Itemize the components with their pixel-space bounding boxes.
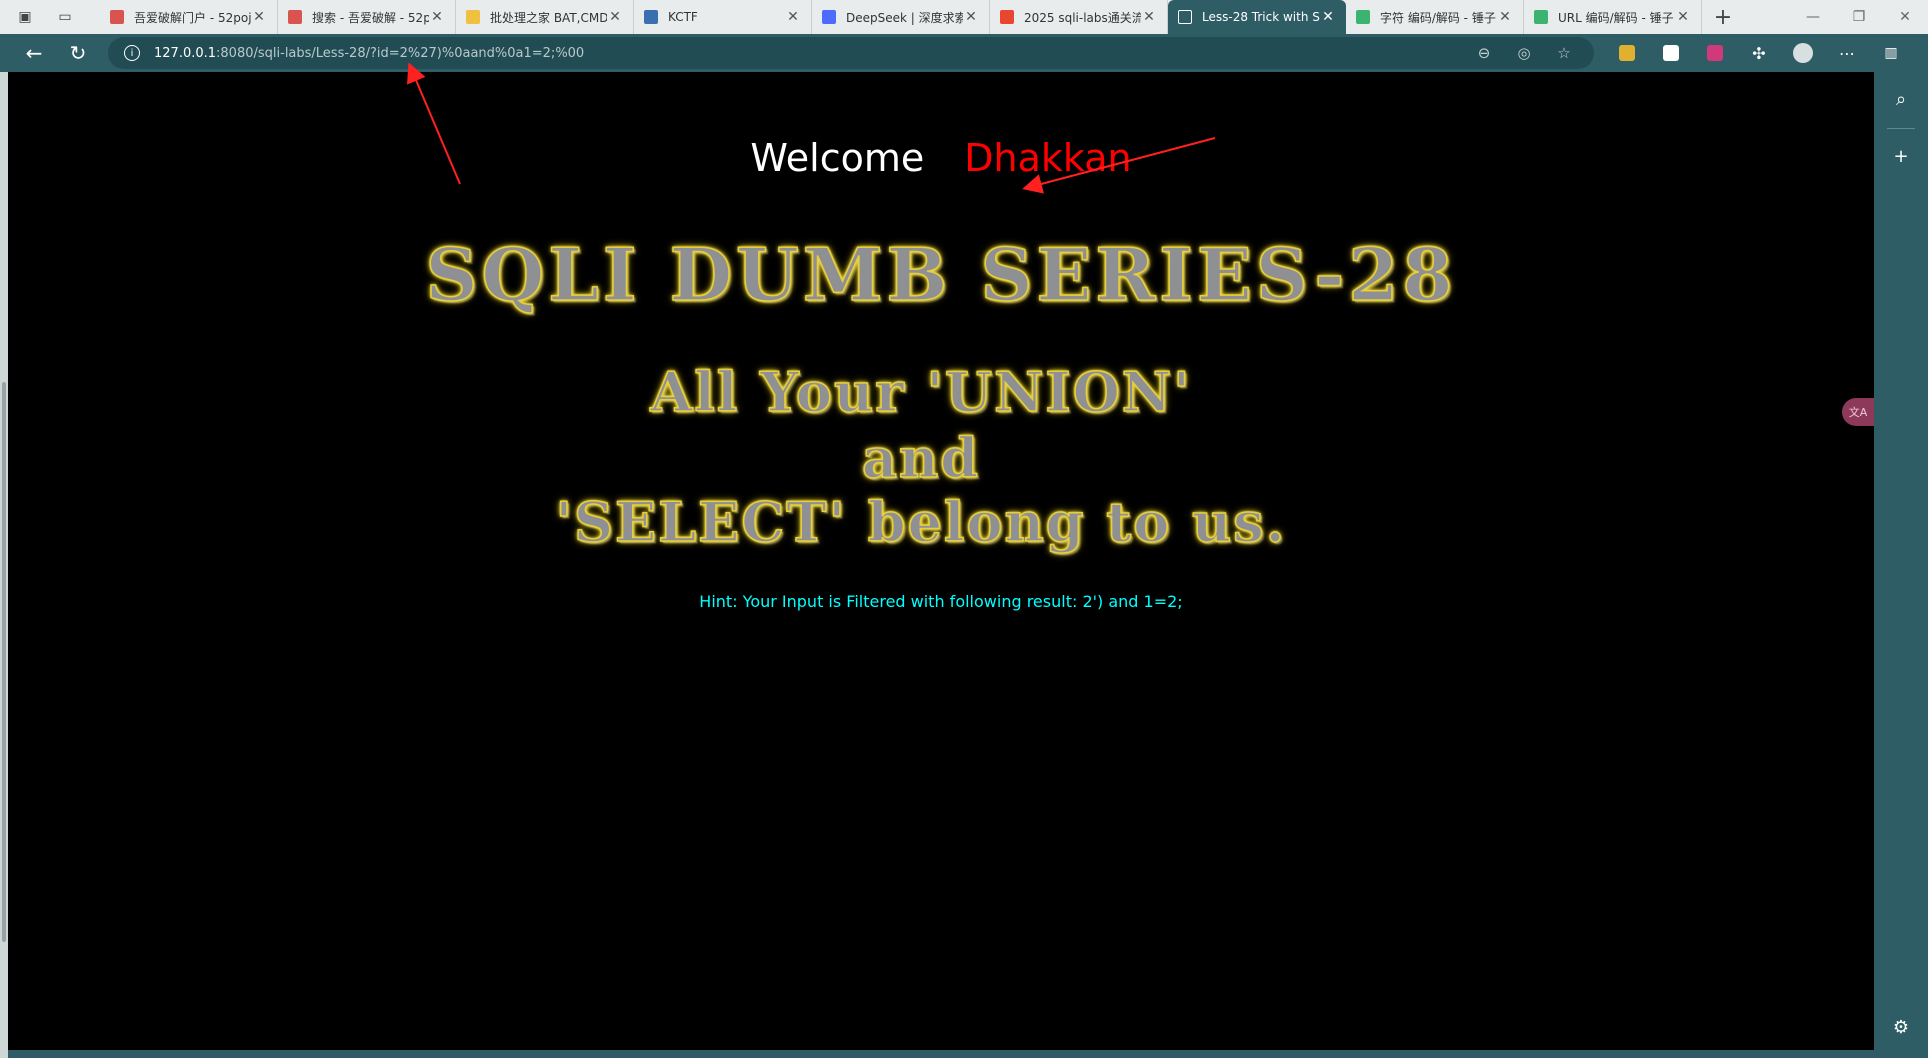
tab-title: 批处理之家 BAT,CMD, (490, 10, 607, 25)
minimize-icon[interactable]: — (1790, 0, 1836, 34)
extensions-bar: ✣ ⋯ ▥ (1605, 34, 1913, 72)
tab-favicon-icon (1000, 10, 1014, 24)
page-viewport: Welcome Dhakkan SQLI DUMB SERIES-28 All Y… (8, 72, 1874, 1050)
tab[interactable]: 搜索 - 吾爱破解 - 52p ✕ (278, 0, 456, 34)
tab-favicon-icon (1178, 10, 1192, 24)
sidebar-toggle-icon[interactable]: ▥ (1869, 38, 1913, 68)
more-menu-icon[interactable]: ⋯ (1825, 38, 1869, 68)
tab-favicon-icon (110, 10, 124, 24)
favorite-star-icon[interactable]: ☆ (1544, 44, 1584, 62)
url-host: 127.0.0.1 (154, 45, 217, 61)
tab[interactable]: 吾爱破解门户 - 52poj ✕ (100, 0, 278, 34)
left-scrollbar[interactable] (0, 72, 8, 1058)
tab-close-icon[interactable]: ✕ (1675, 9, 1691, 25)
tab-active[interactable]: Less-28 Trick with SEL✕ (1168, 0, 1346, 34)
tab-title: DeepSeek | 深度求索 (846, 10, 963, 25)
slogan-line-2: and (861, 425, 980, 491)
tab[interactable]: DeepSeek | 深度求索 ✕ (812, 0, 990, 34)
tab-favicon-icon (1534, 10, 1548, 24)
series-title: SQLI DUMB SERIES-28 (425, 231, 1457, 318)
browser-window: ▣ ▭ 吾爱破解门户 - 52poj ✕ 搜索 - 吾爱破解 - 52p ✕ 批处理之家… (0, 0, 1928, 1058)
site-info-icon[interactable]: i (124, 45, 140, 61)
url-text[interactable]: 127.0.0.1:8080/sqli-labs/Less-28/?id=2%2… (154, 46, 584, 61)
tab-close-icon[interactable]: ✕ (785, 9, 801, 25)
tab-close-icon[interactable]: ✕ (1320, 9, 1336, 25)
welcome-line: Welcome Dhakkan (8, 136, 1874, 180)
tab-favicon-icon (288, 10, 302, 24)
right-sidebar: ⌕ + ⚙ (1874, 72, 1928, 1058)
plus-icon[interactable]: + (1884, 139, 1918, 173)
tab-close-icon[interactable]: ✕ (1497, 9, 1513, 25)
search-icon[interactable]: ⌕ (1884, 82, 1918, 116)
restore-icon[interactable]: ❐ (1836, 0, 1882, 34)
navigation-toolbar: ← ↻ i 127.0.0.1:8080/sqli-labs/Less-28/?… (0, 34, 1928, 72)
tab-favicon-icon (644, 10, 658, 24)
back-arrow-icon[interactable]: ← (16, 38, 52, 68)
url-path: :8080/sqli-labs/Less-28/?id=2%27)%0aand%… (216, 45, 585, 61)
gear-icon[interactable]: ⚙ (1884, 1010, 1918, 1044)
tab-favicon-icon (1356, 10, 1370, 24)
welcome-name: Dhakkan (964, 136, 1132, 180)
read-aloud-icon[interactable]: ◎ (1504, 44, 1544, 62)
extensions-puzzle-icon[interactable]: ✣ (1737, 38, 1781, 68)
tab[interactable]: 2025 sqli-labs通关流程✕ (990, 0, 1168, 34)
address-bar-actions: ⊖ ◎ ☆ (1464, 37, 1584, 69)
tab-favicon-icon (822, 10, 836, 24)
bookmark-extension-icon[interactable] (1605, 38, 1649, 68)
tab-close-icon[interactable]: ✕ (607, 9, 623, 25)
workspaces-icon[interactable]: ▣ (10, 3, 40, 31)
sidebar-divider (1887, 128, 1915, 129)
slogan-line-1: All Your 'UNION' (650, 359, 1192, 425)
tab-close-icon[interactable]: ✕ (429, 9, 445, 25)
tab-title: 2025 sqli-labs通关流程 (1024, 10, 1141, 25)
tab-title: URL 编码/解码 - 锤子 (1558, 10, 1674, 25)
tab[interactable]: 字符 编码/解码 - 锤子 ✕ (1346, 0, 1524, 34)
address-bar[interactable]: i 127.0.0.1:8080/sqli-labs/Less-28/?id=2… (108, 37, 1594, 69)
scrollbar-thumb[interactable] (2, 382, 6, 942)
tab-close-icon[interactable]: ✕ (251, 9, 267, 25)
welcome-label: Welcome (750, 136, 925, 180)
refresh-icon[interactable]: ↻ (60, 38, 96, 68)
tab-title: 字符 编码/解码 - 锤子 (1380, 10, 1496, 25)
tab-actions-icon[interactable]: ▭ (50, 3, 80, 31)
extension-icon-2[interactable] (1649, 38, 1693, 68)
zoom-out-icon[interactable]: ⊖ (1464, 44, 1504, 62)
slogan-line-3: 'SELECT' belong to us. (555, 489, 1287, 555)
tab-close-icon[interactable]: ✕ (963, 9, 979, 25)
tab-list: 吾爱破解门户 - 52poj ✕ 搜索 - 吾爱破解 - 52p ✕ 批处理之家 BAT… (100, 0, 1702, 34)
tab-title: 吾爱破解门户 - 52poj (134, 10, 251, 25)
tab-close-icon[interactable]: ✕ (1141, 9, 1157, 25)
close-window-icon[interactable]: ✕ (1882, 0, 1928, 34)
profile-avatar[interactable] (1781, 38, 1825, 68)
tab-favicon-icon (466, 10, 480, 24)
translate-extension-icon[interactable] (1693, 38, 1737, 68)
tab[interactable]: KCTF ✕ (634, 0, 812, 34)
window-controls: — ❐ ✕ (1790, 0, 1928, 34)
filter-hint: Hint: Your Input is Filtered with follow… (699, 592, 1183, 611)
tab-title: Less-28 Trick with SEL (1202, 10, 1320, 24)
tab-strip: ▣ ▭ 吾爱破解门户 - 52poj ✕ 搜索 - 吾爱破解 - 52p ✕ 批处理之家… (0, 0, 1928, 34)
tab-title: KCTF (668, 10, 698, 24)
tab[interactable]: 批处理之家 BAT,CMD, ✕ (456, 0, 634, 34)
new-tab-button[interactable]: + (1708, 2, 1738, 32)
tab[interactable]: URL 编码/解码 - 锤子 ✕ (1524, 0, 1702, 34)
tab-title: 搜索 - 吾爱破解 - 52p (312, 10, 429, 25)
translate-icon[interactable]: 文A (1842, 398, 1874, 426)
